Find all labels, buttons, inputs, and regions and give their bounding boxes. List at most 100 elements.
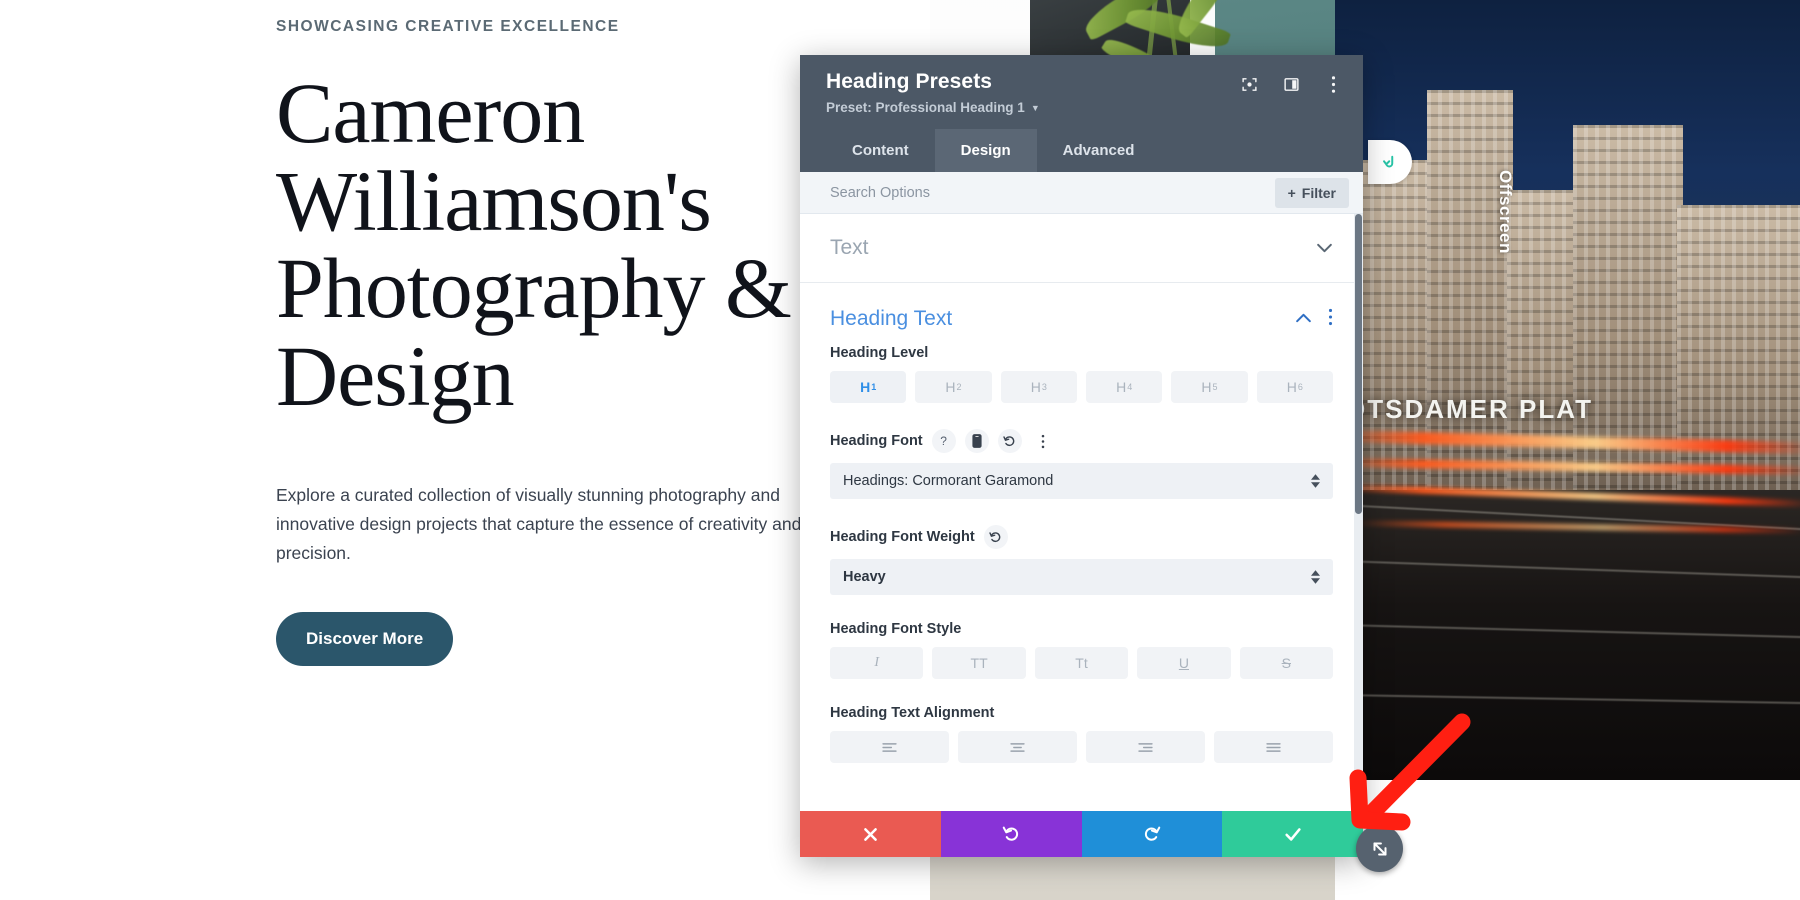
tab-content[interactable]: Content <box>826 129 935 172</box>
more-vertical-icon[interactable] <box>1323 74 1343 94</box>
road-line <box>1335 559 1800 579</box>
align-justify-button[interactable] <box>1214 731 1333 763</box>
cancel-button[interactable] <box>800 811 941 857</box>
tab-design[interactable]: Design <box>934 129 1037 172</box>
hero-eyebrow: SHOWCASING CREATIVE EXCELLENCE <box>276 18 620 35</box>
field-heading-level: Heading Level H1 H2 H3 H4 H5 H6 <box>800 341 1363 403</box>
heading-text-alignment-label: Heading Text Alignment <box>830 705 995 721</box>
heading-font-select[interactable]: Headings: Cormorant Garamond <box>830 463 1333 499</box>
road-line <box>1335 623 1800 639</box>
heading-font-label: Heading Font <box>830 433 923 449</box>
focus-target-icon[interactable] <box>1239 74 1259 94</box>
search-input[interactable] <box>830 184 1275 201</box>
filter-label: Filter <box>1301 184 1336 201</box>
curved-arrow-icon <box>1383 155 1394 168</box>
group-text[interactable]: Text <box>800 214 1363 283</box>
scrollbar-thumb[interactable] <box>1355 214 1362 514</box>
seg-label: H <box>945 379 956 395</box>
discover-more-button[interactable]: Discover More <box>276 611 454 666</box>
chevron-up-icon[interactable] <box>1295 310 1312 328</box>
heading-level-h4[interactable]: H4 <box>1085 371 1163 403</box>
more-vertical-icon[interactable] <box>1031 429 1055 453</box>
seg-sub: 5 <box>1212 382 1218 392</box>
align-right-button[interactable] <box>1086 731 1205 763</box>
group-text-title: Text <box>830 236 869 259</box>
heading-level-h1[interactable]: H1 <box>830 371 907 403</box>
chevron-down-icon <box>1316 240 1333 257</box>
undo-button[interactable] <box>940 811 1082 857</box>
tab-advanced[interactable]: Advanced <box>1037 129 1161 172</box>
reset-icon[interactable] <box>983 525 1008 549</box>
group-heading-text-header[interactable]: Heading Text <box>800 283 1363 341</box>
font-style-underline-button[interactable]: U <box>1137 647 1231 679</box>
offscreen-toggle-tab[interactable] <box>1368 140 1412 184</box>
preset-label: Preset: Professional Heading 1 <box>826 100 1025 115</box>
font-style-capitalize-button[interactable]: Tt <box>1034 647 1129 679</box>
more-vertical-icon[interactable] <box>1328 308 1333 331</box>
modal-header: Heading Presets Preset: Professional Hea… <box>800 55 1363 172</box>
heading-level-h5[interactable]: H5 <box>1171 371 1248 403</box>
chevron-down-icon: ▼ <box>1030 102 1040 113</box>
panel-layout-icon[interactable] <box>1281 74 1301 94</box>
preset-selector[interactable]: Preset: Professional Heading 1 ▼ <box>826 100 1040 115</box>
offscreen-label: Offscreen <box>1496 170 1515 254</box>
group-heading-text-title: Heading Text <box>830 307 953 330</box>
resize-diagonal-icon <box>1372 841 1387 856</box>
heading-font-weight-select[interactable]: Heavy <box>830 559 1333 595</box>
font-style-strikethrough-button[interactable]: S <box>1239 647 1334 679</box>
seg-label: H <box>860 379 871 395</box>
help-icon[interactable]: ? <box>931 429 956 453</box>
seg-label: H <box>1030 379 1041 395</box>
seg-label: H <box>1201 379 1212 395</box>
modal-body: Text Heading Text Heading Level H 1 H 2 … <box>800 214 1363 811</box>
modal-title: Heading Presets <box>826 70 993 93</box>
redo-button[interactable] <box>1081 811 1223 857</box>
save-button[interactable] <box>1222 811 1363 857</box>
align-center-button[interactable] <box>958 731 1077 763</box>
font-style-uppercase-button[interactable]: TT <box>932 647 1026 679</box>
heading-font-style-options: I TT Tt U S <box>830 647 1334 679</box>
field-heading-text-alignment: Heading Text Alignment <box>800 701 1363 763</box>
modal-footer <box>800 811 1363 857</box>
seg-sub: 3 <box>1041 382 1047 392</box>
check-icon <box>1284 828 1301 841</box>
street-sign-text: OTSDAMER PLAT <box>1345 394 1593 424</box>
filter-button[interactable]: + Filter <box>1274 177 1349 208</box>
modal-scrollbar[interactable] <box>1354 214 1363 811</box>
plus-icon: + <box>1287 184 1296 201</box>
heading-presets-modal: Heading Presets Preset: Professional Hea… <box>800 55 1363 857</box>
field-heading-font-weight: Heading Font Weight Heavy <box>800 521 1363 595</box>
seg-sub: 2 <box>956 382 962 392</box>
seg-sub: 4 <box>1127 382 1133 392</box>
heading-font-style-label: Heading Font Style <box>830 621 962 637</box>
mobile-device-icon[interactable] <box>964 429 989 453</box>
road-line <box>1335 693 1800 705</box>
field-heading-font-style: Heading Font Style I TT Tt U S <box>800 617 1363 679</box>
modal-resize-handle[interactable] <box>1356 825 1403 872</box>
seg-sub: 1 <box>871 382 877 392</box>
heading-level-h6[interactable]: H6 <box>1256 371 1333 403</box>
heading-level-options: H1 H2 H3 H4 H5 H6 <box>830 371 1333 403</box>
font-style-italic-button[interactable]: I <box>830 647 924 679</box>
photo-bottom-fill <box>1335 780 1800 900</box>
modal-tabs: Content Design Advanced <box>826 129 1343 172</box>
close-icon <box>864 827 877 841</box>
seg-label: H <box>1286 379 1297 395</box>
undo-icon <box>1002 826 1018 841</box>
field-heading-font: Heading Font ? Headings: Cormorant Garam… <box>800 425 1363 499</box>
hero-body-text: Explore a curated collection of visually… <box>276 484 802 563</box>
heading-level-h3[interactable]: H3 <box>1000 371 1077 403</box>
align-left-button[interactable] <box>830 731 949 763</box>
heading-level-label: Heading Level <box>830 345 929 361</box>
photo-night-street: OTSDAMER PLAT <box>1335 0 1800 780</box>
photo-road <box>1335 490 1800 780</box>
seg-label: H <box>1116 379 1127 395</box>
reset-icon[interactable] <box>997 429 1022 453</box>
heading-text-alignment-options <box>830 731 1333 763</box>
heading-font-weight-label: Heading Font Weight <box>830 529 975 545</box>
photo-building <box>1573 125 1683 490</box>
heading-level-h2[interactable]: H2 <box>915 371 992 403</box>
